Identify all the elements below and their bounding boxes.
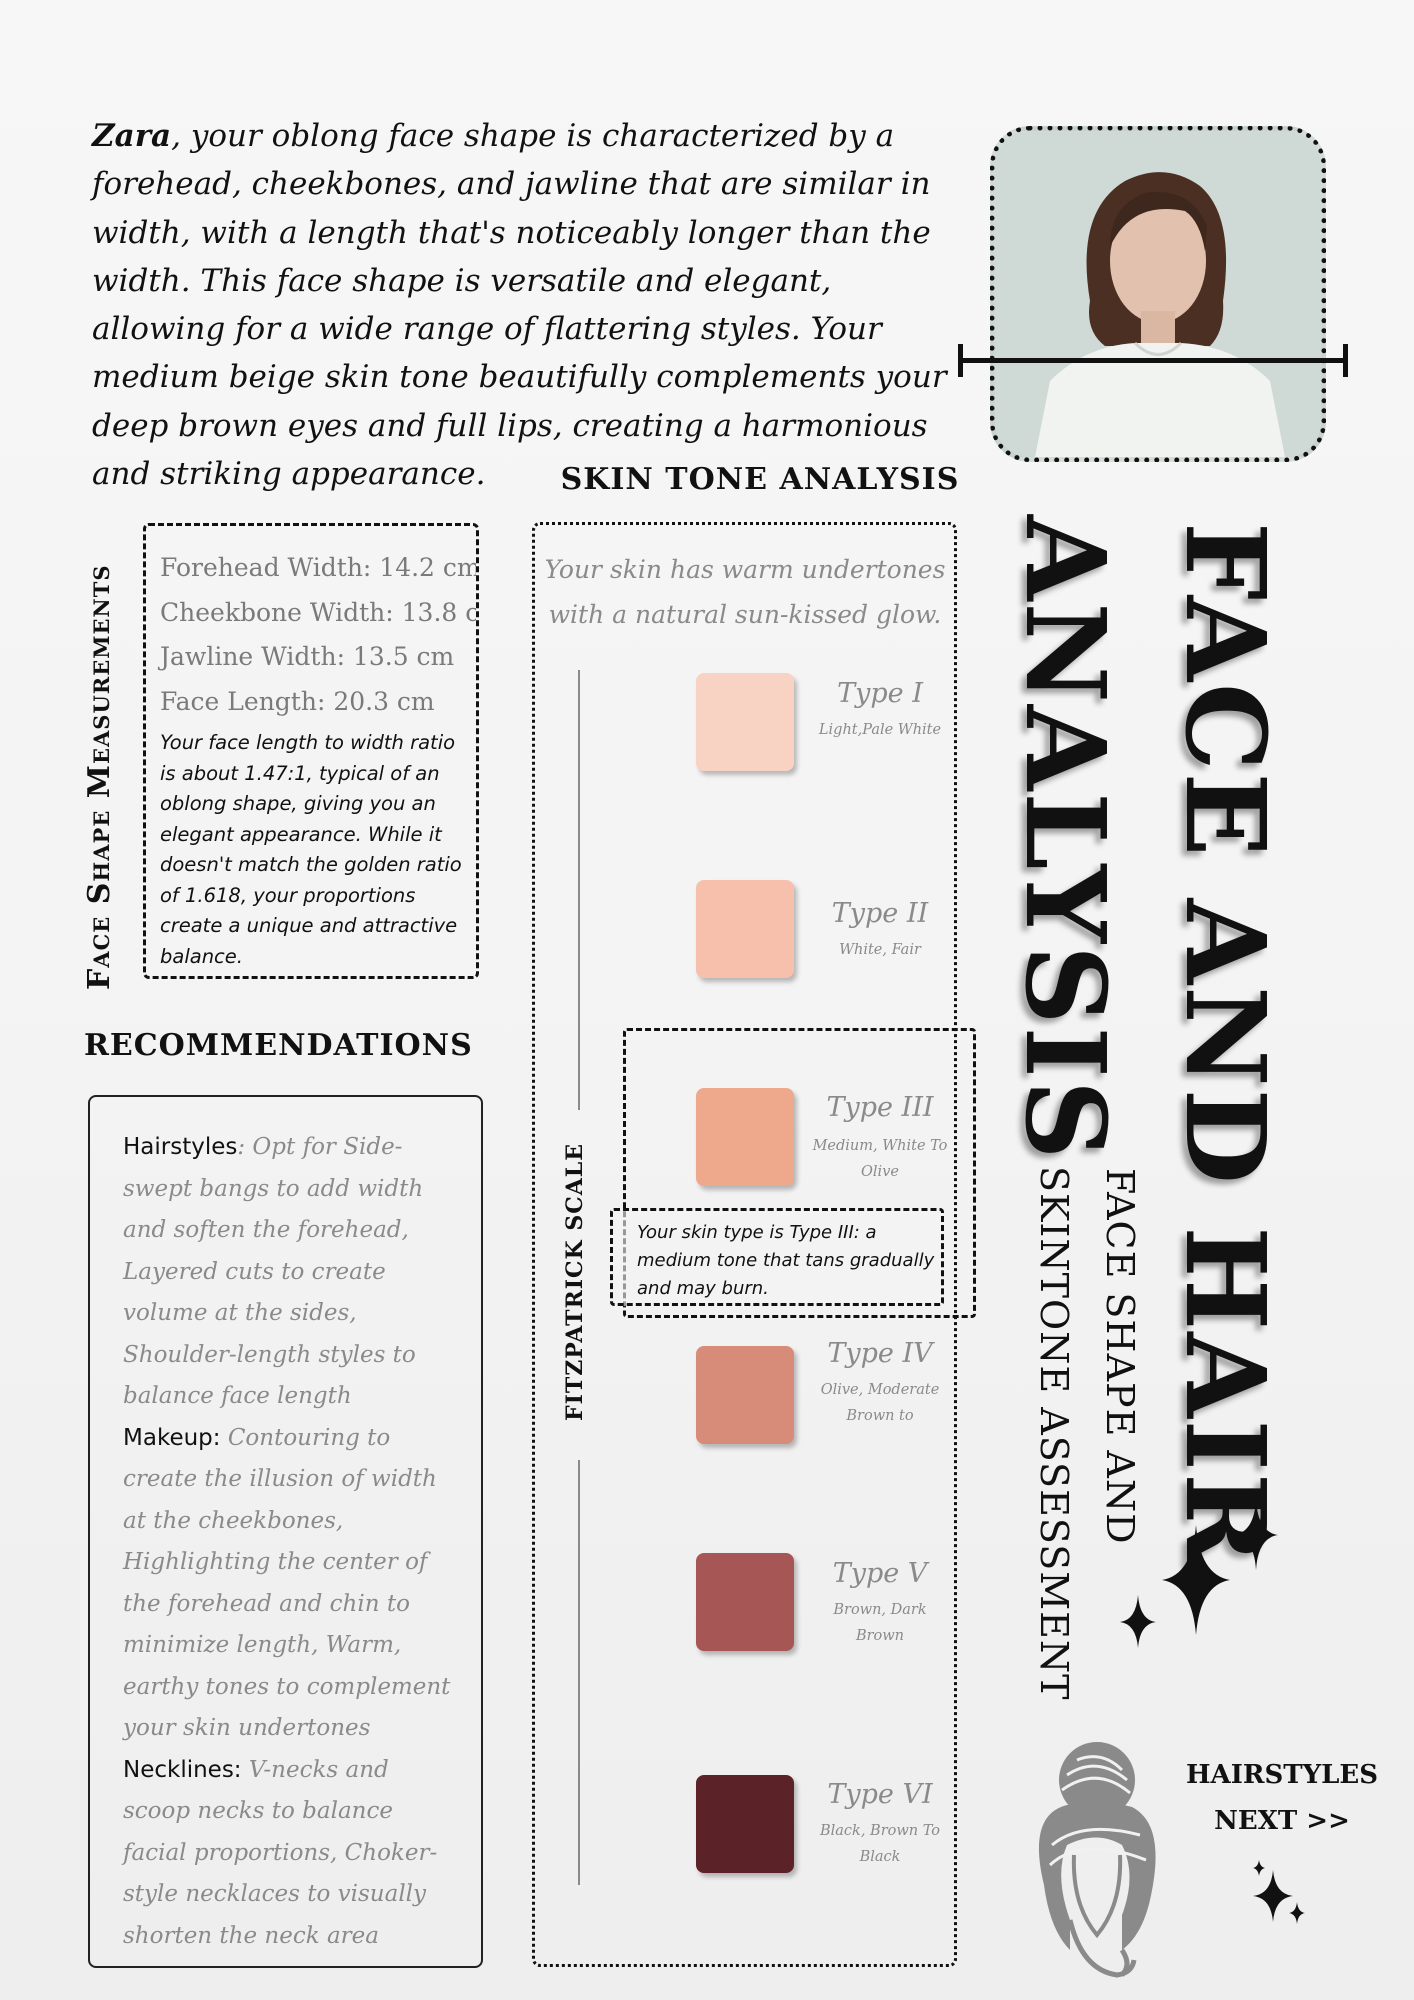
small-sparkle-icon (1253, 1860, 1305, 1924)
undertone-text: Your skin has warm undertones with a nat… (544, 555, 946, 629)
jawline-width: Jawline Width: 13.5 cm (160, 642, 455, 671)
main-title-line2: ANALYSIS (1001, 515, 1130, 1162)
type-5-name: Type V (832, 1558, 928, 1589)
makeup-text: Contouring to create the illusion of wid… (123, 1424, 451, 1742)
cheekbone-width: Cheekbone Width: 13.8 cm (160, 597, 479, 627)
type-1-name: Type I (837, 678, 923, 709)
skin-tone-title: SKIN TONE ANALYSIS (560, 462, 960, 497)
swatch-type-1 (696, 673, 794, 771)
portrait-illustration (995, 131, 1321, 457)
next-line2: NEXT >> (1214, 1806, 1350, 1836)
type-4-name: Type IV (827, 1338, 933, 1369)
measurements-box: Forehead Width: 14.2 cm Cheekbone Width:… (143, 523, 479, 979)
necklines-text: V-necks and scoop necks to balance facia… (123, 1756, 438, 1949)
scale-line-top (578, 670, 580, 1110)
face-shape-title: Face Shape Measurements (82, 564, 117, 990)
swatch-type-6 (696, 1775, 794, 1873)
next-line1: HAIRSTYLES (1185, 1760, 1379, 1790)
intro-text: , your oblong face shape is characterize… (92, 118, 947, 493)
next-section-link[interactable]: HAIRSTYLES NEXT >> (1172, 1752, 1392, 1844)
swatch-type-2 (696, 880, 794, 978)
forehead-width: Forehead Width: 14.2 cm (160, 553, 479, 582)
hairstyles-label: Hairstyles (123, 1134, 238, 1160)
type-1-desc: Light,Pale White (818, 722, 942, 738)
subtitle-line2: SKINTONE ASSESSMENT (1032, 1166, 1076, 1701)
intro-paragraph: Zara, your oblong face shape is characte… (92, 112, 952, 498)
skin-type-callout: Your skin type is Type III: a medium ton… (610, 1208, 944, 1306)
width-measure-line (958, 358, 1348, 363)
width-measure-cap-left (958, 344, 963, 377)
type-3-name: Type III (826, 1092, 934, 1123)
hairstyles-text: : Opt for Side-swept bangs to add width … (123, 1134, 424, 1409)
scale-line-bottom (578, 1460, 580, 1885)
recommendations-box: Hairstyles: Opt for Side-swept bangs to … (88, 1095, 483, 1968)
type-6-desc: Black, Brown To Black (819, 1823, 940, 1865)
type-5-desc: Brown, Dark Brown (833, 1602, 927, 1644)
necklines-label: Necklines: (123, 1756, 242, 1783)
type-6-name: Type VI (827, 1779, 933, 1810)
subtitle-line1: FACE SHAPE AND (1098, 1168, 1142, 1545)
swatch-type-5 (696, 1553, 794, 1651)
swatch-type-3 (696, 1088, 794, 1186)
swatch-type-4 (696, 1346, 794, 1444)
ratio-description: Your face length to width ratio is about… (160, 731, 462, 968)
client-name: Zara (92, 118, 172, 154)
fitzpatrick-scale-label: FITZPATRICK SCALE (562, 1142, 588, 1422)
sparkle-icon (1120, 1500, 1278, 1648)
width-measure-cap-right (1343, 344, 1348, 377)
recommendations-title: RECOMMENDATIONS (84, 1028, 473, 1063)
type-2-name: Type II (831, 898, 929, 929)
main-title-line1: FACE AND HAIR (1161, 522, 1290, 1567)
makeup-label: Makeup: (123, 1424, 221, 1451)
type-4-desc: Olive, Moderate Brown to (820, 1382, 940, 1424)
hair-bun-icon (1038, 1742, 1156, 1978)
type-2-desc: White, Fair (839, 942, 921, 958)
type-3-desc: Medium, White To Olive (812, 1138, 948, 1180)
face-length: Face Length: 20.3 cm (160, 686, 435, 716)
portrait-photo (990, 126, 1326, 462)
